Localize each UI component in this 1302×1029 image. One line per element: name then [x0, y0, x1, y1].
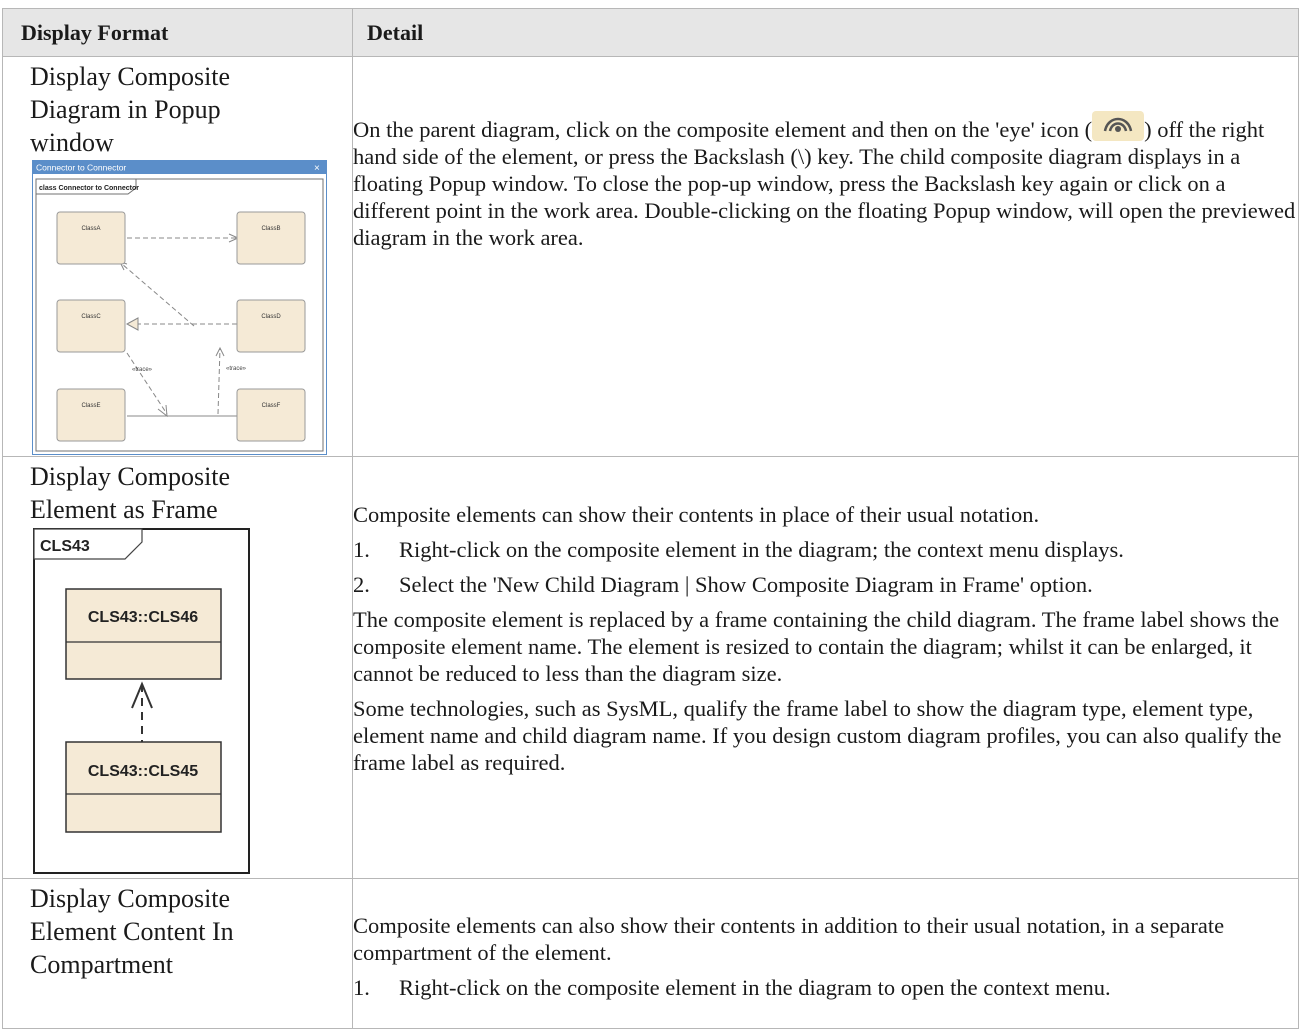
svg-text:ClassD: ClassD — [261, 314, 281, 320]
table-row: Display Composite Element as Frame CLS43… — [2, 456, 1299, 879]
svg-text:ClassF: ClassF — [262, 403, 281, 409]
svg-text:ClassE: ClassE — [81, 403, 100, 409]
trace-label-right: «trace» — [226, 366, 247, 372]
display-format-table: Display Format Detail Display Composite … — [2, 8, 1299, 1029]
list-item: 1. Right-click on the composite element i… — [353, 975, 1111, 1000]
svg-text:ClassB: ClassB — [261, 226, 280, 232]
format-cell: Display Composite Diagram in Popup windo… — [2, 56, 353, 457]
class-box: ClassD — [236, 299, 306, 353]
detail-cell: Composite elements can show their conten… — [352, 456, 1299, 879]
detail-cell: On the parent diagram, click on the comp… — [352, 56, 1299, 457]
frame-paragraph-1: The composite element is replaced by a f… — [353, 607, 1280, 686]
table-header-row: Display Format Detail — [2, 8, 1299, 57]
popup-frame-label: class Connector to Connector — [39, 185, 139, 192]
frame-paragraph-2: Some technologies, such as SysML, qualif… — [353, 696, 1282, 775]
table-row: Display Composite Diagram in Popup windo… — [2, 56, 1299, 457]
format-cell: Display Composite Element as Frame CLS43… — [2, 456, 353, 879]
svg-text:CLS43::CLS45: CLS43::CLS45 — [88, 763, 198, 780]
frame-intro: Composite elements can show their conten… — [353, 502, 1040, 527]
popup-title: Connector to Connector — [36, 163, 126, 173]
frame-label: CLS43 — [40, 538, 90, 555]
class-box: ClassC — [56, 299, 126, 353]
class-box: ClassF — [236, 388, 306, 442]
svg-text:CLS43::CLS46: CLS43::CLS46 — [88, 609, 198, 626]
composite-frame-image: CLS43 CLS43::CLS46 CLS43::CLS45 — [33, 528, 250, 874]
compartment-intro: Composite elements can also show their c… — [353, 913, 1225, 965]
class-box: CLS43::CLS46 — [65, 588, 222, 680]
class-box: ClassE — [56, 388, 126, 442]
popup-detail-paragraph: On the parent diagram, click on the comp… — [353, 111, 1298, 251]
detail-cell: Composite elements can also show their c… — [352, 878, 1299, 1029]
header-detail: Detail — [352, 8, 1299, 57]
svg-text:ClassC: ClassC — [81, 314, 101, 320]
format-cell: Display Composite Element Content In Com… — [2, 878, 353, 1029]
eye-icon — [1092, 111, 1145, 141]
format-title: Display Composite Element Content In Com… — [30, 884, 234, 979]
svg-text:ClassA: ClassA — [81, 226, 100, 232]
header-display-format: Display Format — [2, 8, 353, 57]
trace-label-left: «trace» — [132, 367, 153, 373]
format-title: Display Composite Diagram in Popup windo… — [30, 62, 231, 157]
list-item: 2. Select the 'New Child Diagram | Show C… — [353, 572, 1093, 597]
frame-steps-list: 1. Right-click on the composite element i… — [353, 536, 1298, 598]
table-row: Display Composite Element Content In Com… — [2, 878, 1299, 1029]
popup-window-screenshot: Connector to Connector × class Connector… — [32, 160, 327, 455]
close-icon[interactable]: × — [314, 163, 320, 174]
class-box: CLS43::CLS45 — [65, 741, 222, 833]
class-box: ClassB — [236, 211, 306, 265]
list-item: 1. Right-click on the composite element i… — [353, 537, 1124, 562]
format-title: Display Composite Element as Frame — [30, 462, 231, 524]
class-box: ClassA — [56, 211, 126, 265]
compartment-steps-list: 1. Right-click on the composite element i… — [353, 974, 1298, 1001]
